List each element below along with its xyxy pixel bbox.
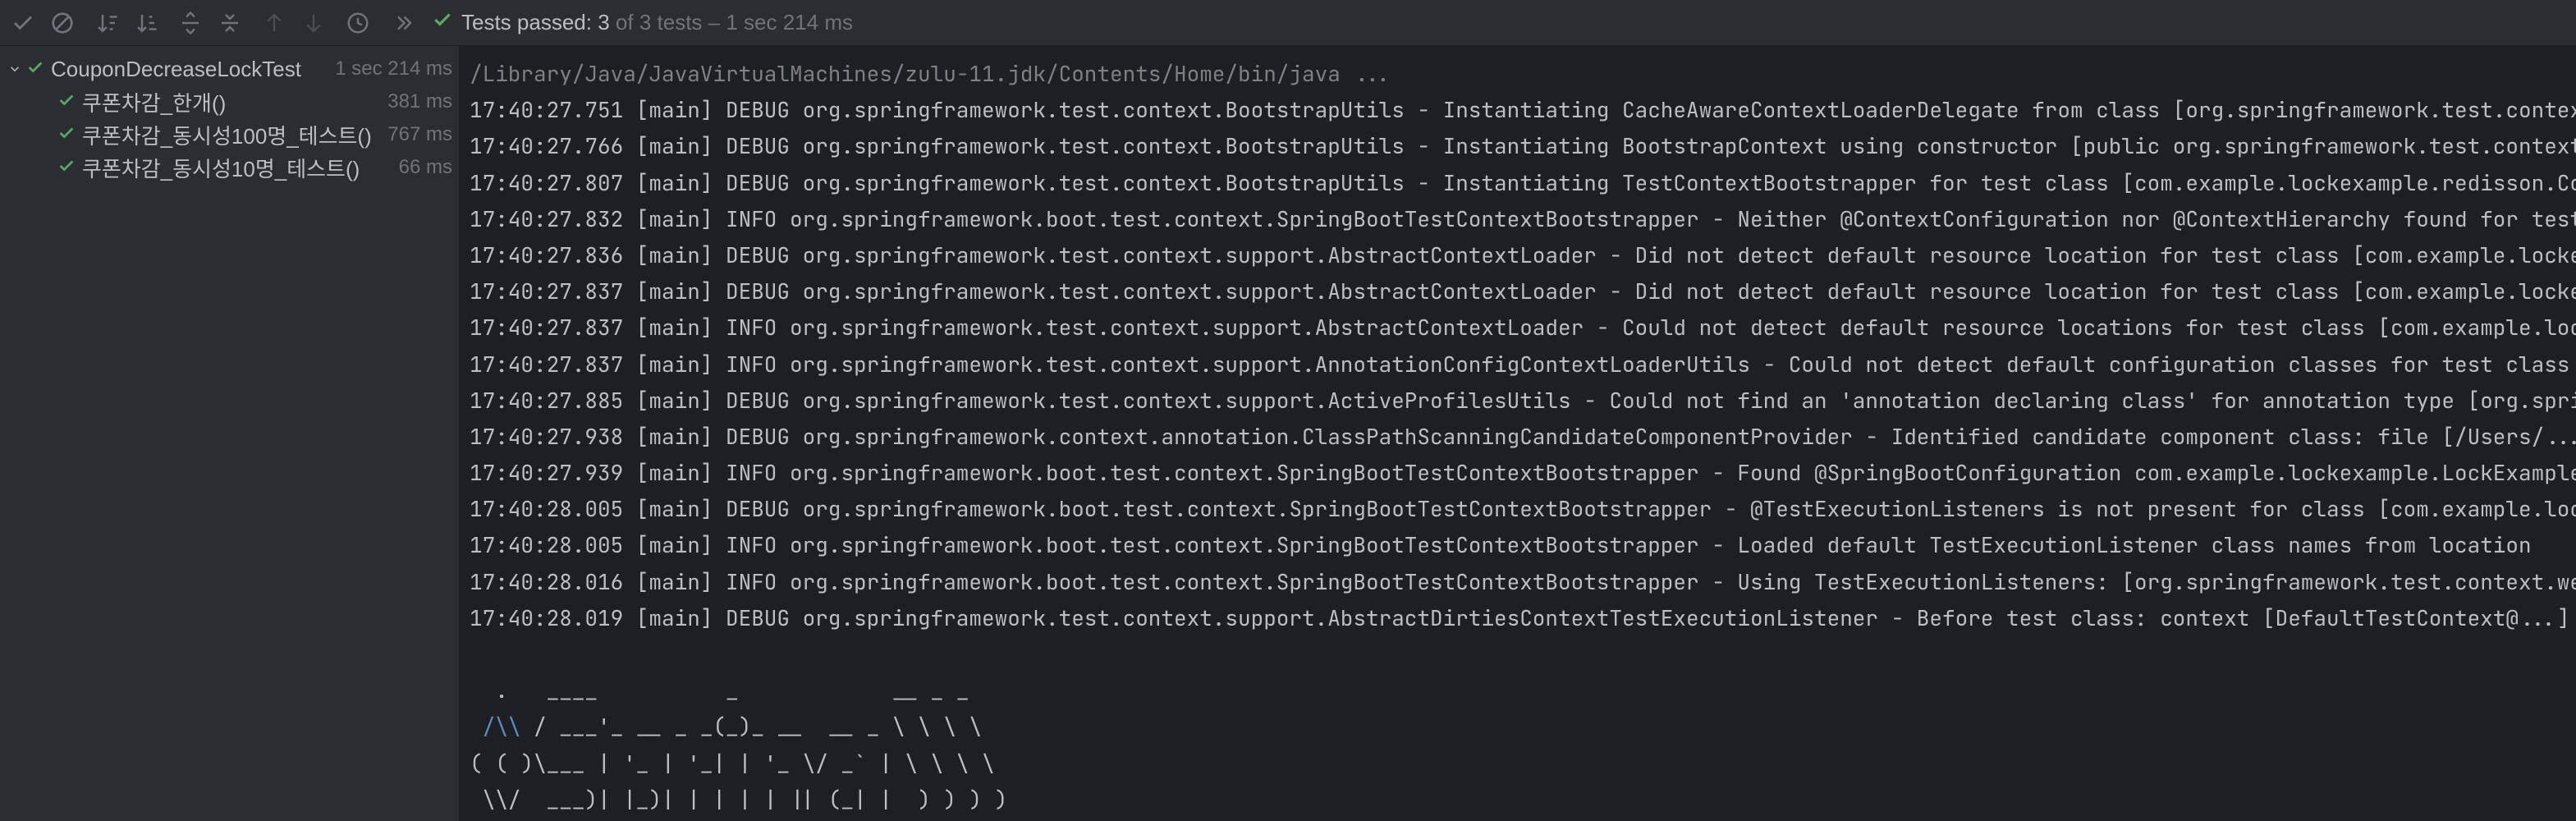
expand-all-button[interactable] <box>172 5 209 41</box>
check-icon <box>57 89 76 115</box>
prev-failed-button[interactable] <box>256 5 292 41</box>
console-output[interactable]: /Library/Java/JavaVirtualMachines/zulu-1… <box>460 46 2576 821</box>
sort-duration-button[interactable] <box>128 5 164 41</box>
test-duration: 1 sec 214 ms <box>335 57 452 80</box>
test-duration: 66 ms <box>399 156 452 179</box>
check-icon <box>26 57 44 82</box>
more-button[interactable] <box>384 5 420 41</box>
test-history-button[interactable] <box>340 5 376 41</box>
test-root-row[interactable]: CouponDecreaseLockTest 1 sec 214 ms <box>0 53 459 85</box>
test-tree[interactable]: CouponDecreaseLockTest 1 sec 214 ms 쿠폰차감… <box>0 46 460 821</box>
test-duration: 381 ms <box>387 90 452 113</box>
test-method-row[interactable]: 쿠폰차감_동시성10명_테스트()66 ms <box>0 151 459 184</box>
test-toolbar: Tests passed: 3 of 3 tests – 1 sec 214 m… <box>0 0 2576 46</box>
show-passed-toggle[interactable] <box>5 5 41 41</box>
test-class-name: CouponDecreaseLockTest <box>51 57 330 82</box>
sort-alpha-down-button[interactable] <box>89 5 125 41</box>
test-method-row[interactable]: 쿠폰차감_동시성100명_테스트()767 ms <box>0 118 459 151</box>
test-method-name: 쿠폰차감_동시성10명_테스트() <box>82 153 399 183</box>
show-ignored-toggle[interactable] <box>44 5 80 41</box>
check-icon <box>57 122 76 148</box>
check-icon <box>57 155 76 181</box>
test-method-name: 쿠폰차감_한개() <box>82 87 387 117</box>
test-duration: 767 ms <box>387 123 452 146</box>
check-icon <box>432 9 453 36</box>
chevron-down-icon[interactable] <box>3 62 26 76</box>
tests-status-label: Tests passed: 3 of 3 tests – 1 sec 214 m… <box>461 10 853 35</box>
test-method-name: 쿠폰차감_동시성100명_테스트() <box>82 120 387 150</box>
next-failed-button[interactable] <box>296 5 332 41</box>
test-method-row[interactable]: 쿠폰차감_한개()381 ms <box>0 85 459 118</box>
collapse-all-button[interactable] <box>212 5 248 41</box>
